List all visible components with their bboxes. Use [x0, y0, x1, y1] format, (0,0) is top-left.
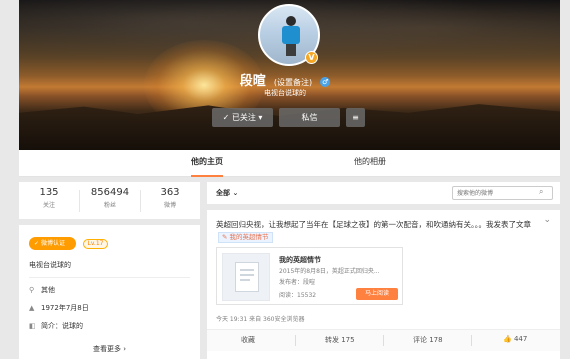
like-button[interactable]: 👍 447 — [503, 335, 527, 343]
feed-filter-bar: 全部 ⌄ ⌕ — [207, 182, 560, 204]
stat-following[interactable]: 135 关注 — [19, 187, 79, 209]
divider — [295, 335, 296, 346]
male-icon: ♂ — [320, 77, 331, 87]
stats-card: 135 关注 856494 粉丝 363 微博 — [19, 182, 200, 219]
article-tag-link[interactable]: ✎ 我的英超情节 — [218, 232, 273, 243]
info-birthday: ▲ 1972年7月8日 — [29, 303, 89, 313]
stat-value: 856494 — [90, 187, 130, 198]
level-badge[interactable]: Lv.17 — [83, 239, 108, 249]
search-icon[interactable]: ⌕ — [539, 187, 543, 197]
article-title: 我的英超情节 — [279, 256, 321, 264]
stat-value: 135 — [39, 187, 59, 198]
article-summary: 2015年的8月8日，英超正式回归央... — [279, 268, 380, 275]
stat-label: 关注 — [42, 202, 55, 209]
post-actions: 收藏 转发 175 评论 178 👍 447 — [207, 329, 560, 351]
filter-label: 全部 — [216, 189, 230, 197]
filter-all-dropdown[interactable]: 全部 ⌄ — [216, 188, 238, 198]
profile-name-row: 段暄 (设置备注) ♂ — [0, 70, 570, 89]
post-text: 英超回归央视，让我想起了当年在【足球之夜】的第一次配音，和吹通纳有关。。。我发表… — [216, 219, 546, 243]
divider — [383, 335, 384, 346]
info-card: ✓ 微博认证 Lv.17 电视台说球的 ⚲ 其他 ▲ 1972年7月8日 ◧ 简介：说… — [19, 225, 200, 359]
thumbs-up-icon: 👍 — [503, 335, 512, 343]
view-more-link[interactable]: 查看更多 › — [19, 344, 200, 354]
set-remark-link[interactable]: (设置备注) — [274, 78, 312, 87]
repost-button[interactable]: 转发 175 — [325, 335, 355, 345]
stat-weibo[interactable]: 363 微博 — [140, 187, 200, 209]
stat-label: 微博 — [163, 202, 176, 209]
article-author: 发布者：段暄 — [279, 279, 316, 286]
info-intro-text: 简介：说球的 — [41, 322, 83, 330]
stat-value: 363 — [160, 187, 180, 198]
article-card[interactable]: 我的英超情节 2015年的8月8日，英超正式回归央... 发布者：段暄 阅读：1… — [216, 247, 403, 305]
profile-name: 段暄 — [239, 74, 266, 89]
read-now-button[interactable]: 马上阅读 — [356, 288, 398, 300]
search-input[interactable] — [452, 186, 553, 200]
verified-badge-icon: V — [305, 51, 318, 64]
info-birthday-text: 1972年7月8日 — [41, 304, 89, 312]
like-count: 447 — [513, 335, 528, 343]
location-icon: ⚲ — [29, 286, 35, 294]
post-body: 英超回归央视，让我想起了当年在【足球之夜】的第一次配音，和吹通纳有关。。。我发表… — [216, 220, 531, 229]
birthday-icon: ▲ — [29, 304, 35, 312]
article-reads: 阅读：15532 — [279, 292, 317, 299]
tab-home[interactable]: 他的主页 — [191, 150, 223, 177]
followed-button[interactable]: ✓ 已关注 ▾ — [212, 108, 273, 127]
verify-tag[interactable]: ✓ 微博认证 — [29, 237, 76, 250]
document-icon — [235, 262, 259, 292]
info-location-text: 其他 — [41, 286, 55, 294]
message-button[interactable]: 私信 — [279, 108, 340, 127]
article-thumbnail — [222, 253, 270, 301]
favorite-button[interactable]: 收藏 — [241, 335, 255, 345]
chevron-down-icon: ⌄ — [232, 189, 239, 197]
profile-tabs: 他的主页 他的相册 — [19, 150, 560, 177]
more-menu-icon[interactable]: ≡ — [346, 108, 365, 127]
avatar-figure — [282, 16, 300, 56]
tab-album[interactable]: 他的相册 — [354, 150, 386, 177]
info-bio: 电视台说球的 — [29, 261, 71, 269]
info-intro: ◧ 简介：说球的 — [29, 321, 83, 331]
divider — [471, 335, 472, 346]
profile-bio: 电视台说球的 — [264, 89, 306, 97]
stat-label: 粉丝 — [103, 202, 116, 209]
info-location: ⚲ 其他 — [29, 285, 55, 295]
divider — [29, 277, 190, 278]
post-meta: 今天 19:31 来自 360安全浏览器 — [216, 316, 305, 323]
weibo-post: ⌄ 英超回归央视，让我想起了当年在【足球之夜】的第一次配音，和吹通纳有关。。。我… — [207, 210, 560, 359]
stat-followers[interactable]: 856494 粉丝 — [80, 187, 140, 209]
verify-tag-label: 微博认证 — [40, 240, 65, 247]
intro-icon: ◧ — [29, 322, 36, 330]
comment-button[interactable]: 评论 178 — [413, 335, 443, 345]
